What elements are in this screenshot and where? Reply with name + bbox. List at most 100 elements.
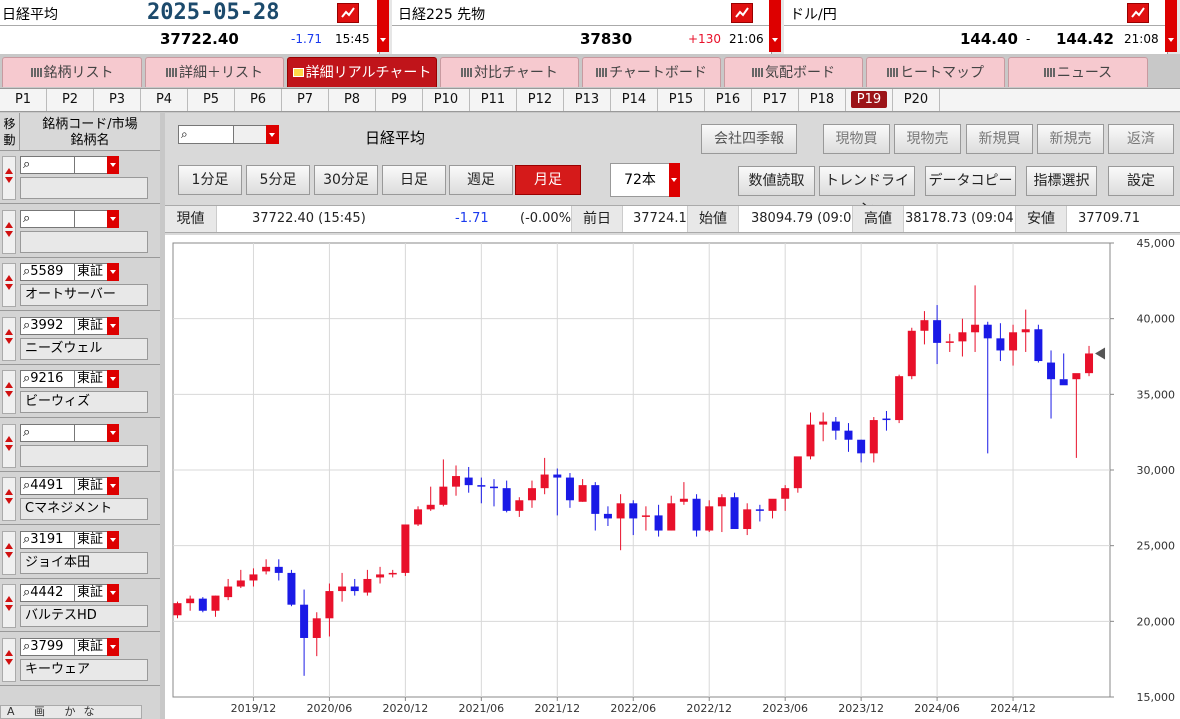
shikiho-button[interactable]: 会社四季報: [701, 124, 797, 154]
page-tab-p1[interactable]: P1: [0, 89, 47, 111]
chevron-down-icon[interactable]: [107, 584, 119, 602]
stock-name[interactable]: [20, 177, 148, 199]
code-input[interactable]: ⌕: [20, 423, 75, 442]
watchlist-row[interactable]: ⌕: [0, 419, 160, 472]
spot-buy-button[interactable]: 現物買: [823, 124, 890, 154]
symbol-search-input[interactable]: ⌕: [178, 125, 234, 144]
stock-name[interactable]: ニーズウェル: [20, 337, 148, 360]
page-tab-p19[interactable]: P19: [846, 89, 893, 111]
code-input[interactable]: ⌕: [20, 209, 75, 228]
chevron-down-icon[interactable]: [107, 530, 119, 549]
stock-name[interactable]: ジョイ本田: [20, 551, 148, 574]
page-tab-p16[interactable]: P16: [705, 89, 752, 111]
read-values-button[interactable]: 数値読取: [738, 166, 815, 196]
tab-detail-list[interactable]: 詳細＋リスト: [145, 57, 284, 87]
code-input[interactable]: ⌕5589: [20, 263, 75, 281]
chevron-down-icon[interactable]: [107, 370, 119, 388]
market-select[interactable]: 東証: [74, 584, 108, 602]
period-monthly-button[interactable]: 月足: [515, 165, 581, 195]
chevron-down-icon[interactable]: [669, 163, 680, 197]
page-tab-p18[interactable]: P18: [799, 89, 846, 111]
period-5min-button[interactable]: 5分足: [246, 165, 310, 195]
chevron-down-icon[interactable]: [107, 209, 119, 228]
code-input[interactable]: ⌕4442: [20, 584, 75, 602]
bars-count-select[interactable]: 72本: [610, 163, 670, 197]
repay-button[interactable]: 返済: [1108, 124, 1174, 154]
tab-compare-chart[interactable]: 対比チャート: [440, 57, 579, 87]
chevron-down-icon[interactable]: [377, 0, 389, 52]
candlestick-chart[interactable]: 45,000 40,000 35,000 30,000 25,000 20,000 15,0…: [165, 235, 1180, 719]
chevron-down-icon[interactable]: [107, 637, 119, 656]
market-select[interactable]: 東証: [74, 530, 108, 549]
page-tab-p14[interactable]: P14: [611, 89, 658, 111]
period-daily-button[interactable]: 日足: [382, 165, 446, 195]
page-tab-p6[interactable]: P6: [235, 89, 282, 111]
reorder-arrows-icon[interactable]: [2, 156, 16, 200]
stock-name[interactable]: [20, 444, 148, 467]
page-tab-p13[interactable]: P13: [564, 89, 611, 111]
watchlist-row[interactable]: ⌕5589 東証オートサーバー: [0, 259, 160, 311]
watchlist-row[interactable]: ⌕4491 東証 Cマネジメント: [0, 473, 160, 525]
spot-sell-button[interactable]: 現物売: [894, 124, 961, 154]
indicator-select-button[interactable]: 指標選択: [1026, 166, 1097, 196]
stock-name[interactable]: キーウェア: [20, 658, 148, 681]
chevron-down-icon[interactable]: [107, 477, 119, 495]
page-tab-p4[interactable]: P4: [141, 89, 188, 111]
reorder-arrows-icon[interactable]: [2, 423, 16, 468]
code-input[interactable]: ⌕3191: [20, 530, 75, 549]
ticker-nikkei[interactable]: 日経平均 2025-05-28 37722.40 -1.71 15:45: [0, 0, 389, 54]
reorder-arrows-icon[interactable]: [2, 637, 16, 682]
page-tab-p15[interactable]: P15: [658, 89, 705, 111]
watchlist-row[interactable]: ⌕3799 東証 キーウェア: [0, 633, 160, 686]
chevron-down-icon[interactable]: [107, 316, 119, 335]
watchlist-footer[interactable]: A 画 かな: [0, 705, 142, 719]
stock-name[interactable]: オートサーバー: [20, 284, 148, 306]
market-select[interactable]: 東証: [74, 637, 108, 656]
chevron-down-icon[interactable]: [107, 263, 119, 281]
ticker-usdjpy[interactable]: ドル/円 144.40 - 144.42 21:08: [784, 0, 1177, 54]
reorder-arrows-icon[interactable]: [2, 584, 16, 628]
code-input[interactable]: ⌕3992: [20, 316, 75, 335]
page-tab-p5[interactable]: P5: [188, 89, 235, 111]
page-tab-p3[interactable]: P3: [94, 89, 141, 111]
tab-list[interactable]: 銘柄リスト: [2, 57, 142, 87]
tab-quote-board[interactable]: 気配ボード: [724, 57, 863, 87]
stock-name[interactable]: Cマネジメント: [20, 498, 148, 520]
stock-name[interactable]: バルテスHD: [20, 605, 148, 627]
chart-icon[interactable]: [1127, 3, 1149, 23]
tab-heatmap[interactable]: ヒートマップ: [866, 57, 1005, 87]
market-select[interactable]: [74, 156, 108, 174]
market-select[interactable]: [233, 125, 267, 144]
chart-icon[interactable]: [731, 3, 753, 23]
chevron-down-icon[interactable]: [769, 0, 781, 52]
margin-buy-button[interactable]: 新規買: [966, 124, 1033, 154]
trendline-button[interactable]: トレンドライン: [819, 166, 915, 217]
reorder-arrows-icon[interactable]: [2, 370, 16, 414]
chevron-down-icon[interactable]: [107, 423, 119, 442]
page-tab-p2[interactable]: P2: [47, 89, 94, 111]
page-tab-p10[interactable]: P10: [423, 89, 470, 111]
page-tab-p11[interactable]: P11: [470, 89, 517, 111]
reorder-arrows-icon[interactable]: [2, 209, 16, 254]
market-select[interactable]: 東証: [74, 263, 108, 281]
market-select[interactable]: [74, 423, 108, 442]
watchlist-row[interactable]: ⌕: [0, 152, 160, 204]
chevron-down-icon[interactable]: [107, 156, 119, 174]
market-select[interactable]: 東証: [74, 370, 108, 388]
code-input[interactable]: ⌕4491: [20, 477, 75, 495]
code-input[interactable]: ⌕: [20, 156, 75, 174]
watchlist-row[interactable]: ⌕3992 東証 ニーズウェル: [0, 312, 160, 365]
reorder-arrows-icon[interactable]: [2, 530, 16, 575]
settings-button[interactable]: 設定: [1108, 166, 1174, 196]
market-select[interactable]: 東証: [74, 477, 108, 495]
watchlist-row[interactable]: ⌕3191 東証ジョイ本田: [0, 526, 160, 579]
stock-name[interactable]: [20, 230, 148, 253]
chevron-down-icon[interactable]: [1165, 0, 1177, 52]
page-tab-p20[interactable]: P20: [893, 89, 940, 111]
market-select[interactable]: [74, 209, 108, 228]
code-input[interactable]: ⌕9216: [20, 370, 75, 388]
watchlist-row[interactable]: ⌕9216 東証 ビーウィズ: [0, 366, 160, 418]
ticker-futures[interactable]: 日経225 先物 37830 +130 21:06: [392, 0, 781, 54]
reorder-arrows-icon[interactable]: [2, 263, 16, 307]
period-30min-button[interactable]: 30分足: [314, 165, 378, 195]
